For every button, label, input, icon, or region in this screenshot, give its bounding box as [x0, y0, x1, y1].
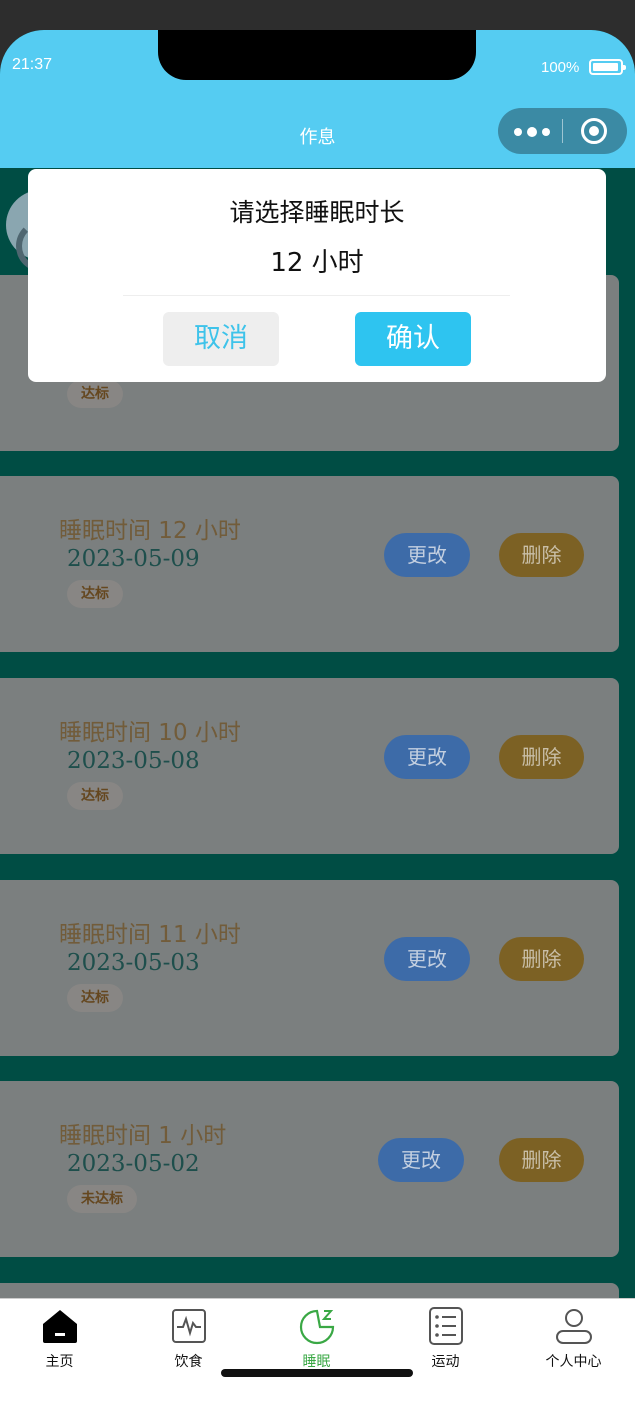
list-item: 睡眠时间 12 小时 2023-05-09 达标 更改 删除: [0, 476, 619, 652]
record-date: 2023-05-09: [67, 546, 200, 572]
delete-button[interactable]: 删除: [499, 533, 584, 577]
battery-percentage: 100%: [541, 59, 580, 76]
home-icon: [43, 1310, 77, 1343]
dialog-title: 请选择睡眠时长: [229, 198, 405, 227]
tab-home[interactable]: 主页: [0, 1299, 123, 1379]
status-time: 21:37: [12, 56, 53, 73]
record-date: 2023-05-02: [67, 1151, 200, 1177]
edit-button[interactable]: 更改: [384, 533, 470, 577]
status-badge: 达标: [67, 782, 123, 810]
tab-label: 睡眠: [302, 1354, 331, 1370]
delete-button[interactable]: 删除: [499, 735, 584, 779]
edit-button[interactable]: 更改: [378, 1138, 464, 1182]
record-date: 2023-05-08: [67, 748, 200, 774]
status-badge: 达标: [67, 380, 123, 408]
record-title: 睡眠时间 1 小时: [59, 1123, 227, 1149]
edit-button[interactable]: 更改: [384, 937, 470, 981]
status-badge: 达标: [67, 580, 123, 608]
sleep-duration-dialog: 请选择睡眠时长 12 小时 取消 确认: [28, 169, 606, 382]
status-badge: 达标: [67, 984, 123, 1012]
duration-picker-value[interactable]: 12 小时: [28, 242, 606, 279]
edit-button[interactable]: 更改: [384, 735, 470, 779]
tab-label: 运动: [431, 1354, 460, 1370]
home-indicator: [221, 1369, 413, 1377]
tab-sleep[interactable]: 睡眠: [253, 1299, 380, 1379]
confirm-button[interactable]: 确认: [355, 312, 471, 366]
capsule-divider: [562, 119, 563, 143]
cancel-button[interactable]: 取消: [163, 312, 279, 366]
record-title: 睡眠时间 11 小时: [59, 922, 241, 948]
tab-profile[interactable]: 个人中心: [510, 1299, 635, 1379]
tab-bar: 主页 饮食 睡眠 运动 个人中心: [0, 1298, 635, 1408]
more-icon[interactable]: [514, 127, 550, 137]
record-title: 睡眠时间 10 小时: [59, 720, 241, 746]
moon-sleep-icon: [299, 1309, 335, 1345]
pulse-icon: [172, 1309, 206, 1343]
mini-program-capsule: [498, 108, 627, 154]
dialog-divider: [123, 295, 510, 296]
list-item: 睡眠时间 11 小时 2023-05-03 达标 更改 删除: [0, 880, 619, 1056]
status-bar: 21:37 100% 作息: [0, 30, 635, 168]
list-item: 睡眠时间 1 小时 2023-05-02 未达标 更改 删除: [0, 1081, 619, 1257]
phone-screen: 21:37 100% 作息 达标 睡眠时间 12 小时 2023-05-09 达…: [0, 30, 635, 1408]
list-item: 睡眠时间 10 小时 2023-05-08 达标 更改 删除: [0, 678, 619, 854]
person-icon: [556, 1309, 592, 1344]
tab-diet[interactable]: 饮食: [125, 1299, 252, 1379]
delete-button[interactable]: 删除: [499, 1138, 584, 1182]
close-target-icon[interactable]: [581, 118, 607, 144]
notch: [158, 30, 476, 80]
record-date: 2023-05-03: [67, 950, 200, 976]
status-badge: 未达标: [67, 1185, 137, 1213]
list-icon: [429, 1307, 463, 1345]
tab-label: 饮食: [174, 1354, 203, 1370]
tab-label: 主页: [45, 1354, 74, 1370]
delete-button[interactable]: 删除: [499, 937, 584, 981]
battery-icon: [589, 59, 626, 75]
tab-exercise[interactable]: 运动: [382, 1299, 509, 1379]
record-title: 睡眠时间 12 小时: [59, 518, 241, 544]
tab-label: 个人中心: [545, 1354, 602, 1370]
